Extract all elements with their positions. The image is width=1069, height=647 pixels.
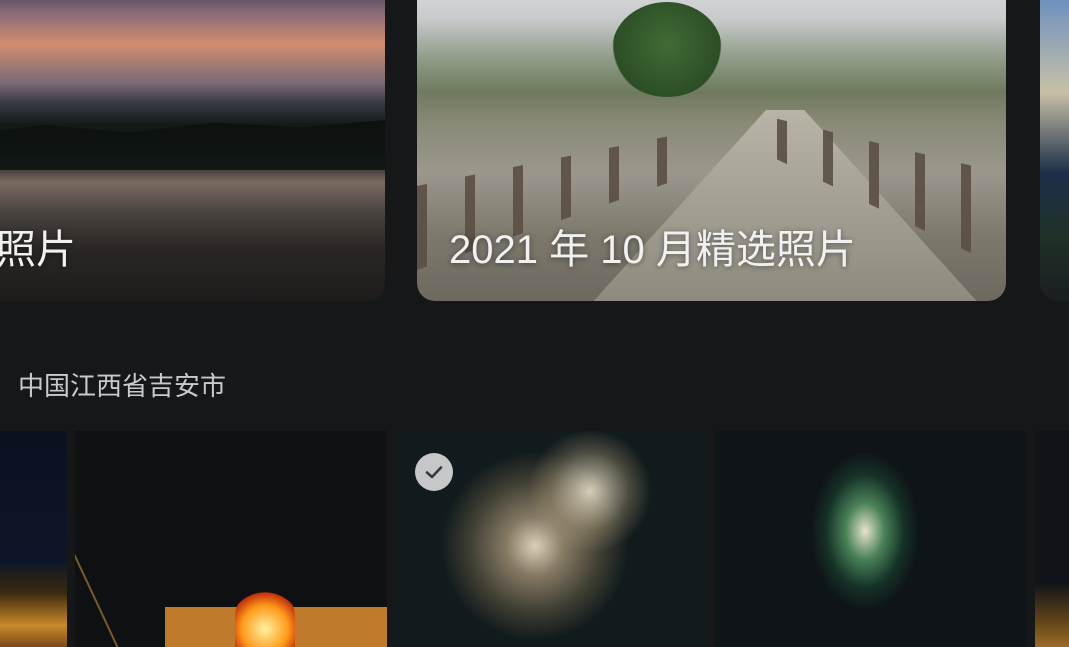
card-image	[612, 2, 722, 97]
photo-thumbnail[interactable]	[75, 431, 387, 647]
highlight-card-partial[interactable]	[1040, 0, 1069, 301]
check-circle-icon[interactable]	[415, 453, 453, 491]
location-section-title: 中国江西省吉安市	[18, 371, 227, 401]
card-image	[0, 120, 385, 170]
highlight-card-october-2021[interactable]: 2021 年 10 月精选照片	[417, 0, 1006, 301]
highlight-card-title: 选照片	[0, 228, 76, 272]
photo-thumbnail-selected[interactable]	[395, 431, 707, 647]
highlight-card-sunset[interactable]: 选照片	[0, 0, 385, 301]
photo-thumbnail[interactable]	[0, 431, 67, 647]
photo-thumbnail[interactable]	[1035, 431, 1069, 647]
highlight-card-title: 2021 年 10 月精选照片	[449, 228, 856, 272]
photo-thumbnail[interactable]	[715, 431, 1027, 647]
